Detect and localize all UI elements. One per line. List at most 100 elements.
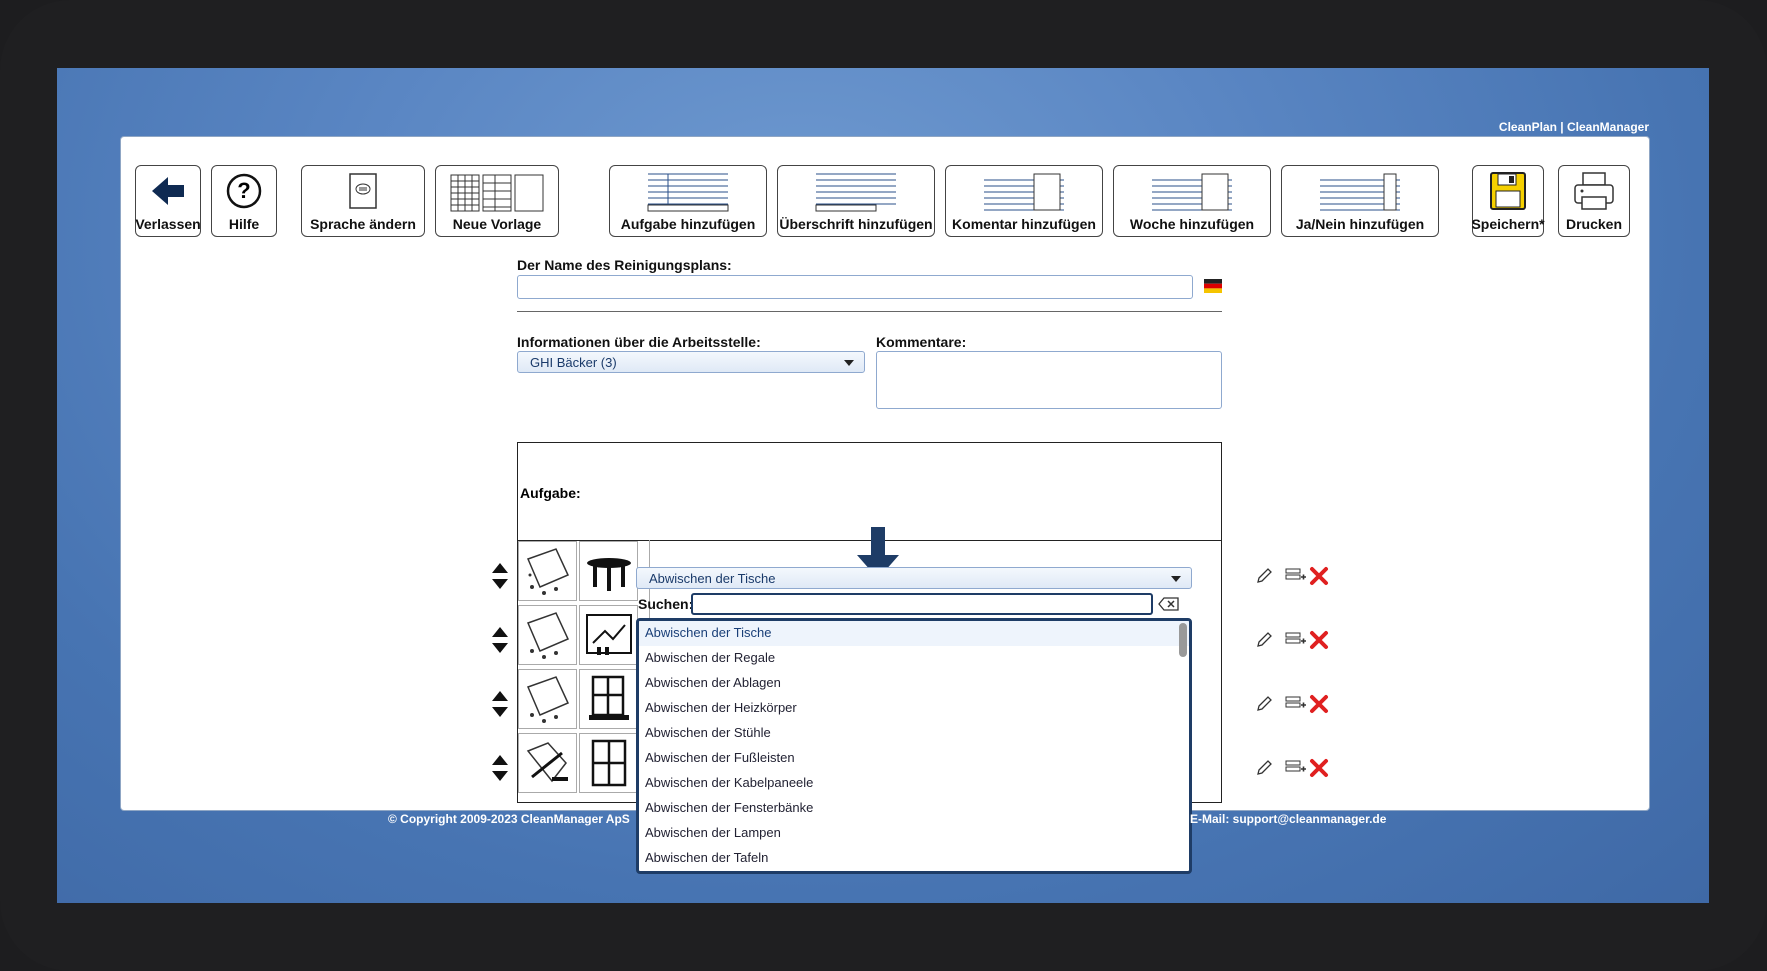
svg-text:?: ? [237, 178, 250, 203]
add-row-icon[interactable] [1285, 695, 1307, 713]
task-row-3-icons [518, 669, 638, 729]
row-2-actions [1255, 629, 1335, 653]
list-scrollbar[interactable] [1179, 623, 1187, 657]
edit-icon[interactable] [1255, 695, 1273, 713]
new-template-button[interactable]: Neue Vorlage [435, 165, 559, 237]
task-option[interactable]: Abwischen der Tafeln [639, 846, 1189, 871]
add-yes-no-button[interactable]: Ja/Nein hinzufügen [1281, 165, 1439, 237]
table-icon [579, 541, 638, 601]
workplace-select[interactable]: GHI Bäcker (3) [517, 351, 865, 373]
delete-icon[interactable] [1309, 758, 1329, 778]
new-template-label: Neue Vorlage [452, 216, 542, 232]
add-comment-button[interactable]: Komentar hinzufügen [945, 165, 1103, 237]
task-option[interactable]: Abwischen der Lampen [639, 821, 1189, 846]
add-row-icon[interactable] [1285, 567, 1307, 585]
task-header: Aufgabe: [520, 485, 581, 501]
arrow-left-icon [152, 177, 184, 205]
print-button[interactable]: Drucken [1558, 165, 1630, 237]
task-options-list: Abwischen der Tische Abwischen der Regal… [636, 618, 1192, 874]
device-frame: CleanPlan | CleanManager Verlassen ? Hil… [0, 0, 1767, 971]
add-week-button[interactable]: Woche hinzufügen [1113, 165, 1271, 237]
wipe-cloth-icon [518, 669, 577, 729]
delete-icon[interactable] [1309, 694, 1329, 714]
task-option[interactable]: Abwischen der Fußleisten [639, 746, 1189, 771]
row-3-actions [1255, 693, 1335, 717]
add-comment-label: Komentar hinzufügen [952, 216, 1096, 232]
add-row-icon[interactable] [1285, 631, 1307, 649]
task-option[interactable]: Abwischen der Regale [639, 646, 1189, 671]
window-sill-icon [579, 669, 638, 729]
german-flag-icon[interactable] [1204, 279, 1222, 293]
task-select-value: Abwischen der Tische [649, 571, 776, 586]
move-row-1-icon[interactable] [491, 562, 509, 590]
app-background: CleanPlan | CleanManager Verlassen ? Hil… [57, 68, 1709, 903]
help-button[interactable]: ? Hilfe [211, 165, 277, 237]
chevron-down-icon [844, 360, 854, 366]
wipe-cloth-icon [518, 605, 577, 665]
task-option[interactable]: Abwischen der Stühle [639, 721, 1189, 746]
footer-email[interactable]: E-Mail: support@cleanmanager.de [1190, 812, 1386, 826]
add-heading-button[interactable]: Überschrift hinzufügen [777, 165, 935, 237]
search-label: Suchen: [638, 596, 694, 612]
edit-icon[interactable] [1255, 759, 1273, 777]
clear-search-icon[interactable] [1158, 597, 1180, 611]
delete-icon[interactable] [1309, 630, 1329, 650]
add-heading-icon [815, 173, 896, 212]
plan-name-label: Der Name des Reinigungsplans: [517, 257, 732, 273]
add-comment-icon [984, 173, 1064, 211]
add-yes-no-label: Ja/Nein hinzufügen [1295, 216, 1425, 232]
comments-textarea[interactable] [876, 351, 1222, 409]
save-icon [1490, 172, 1526, 210]
workplace-value: GHI Bäcker (3) [530, 355, 617, 370]
footer-copyright: © Copyright 2009-2023 CleanManager ApS [388, 812, 630, 826]
move-row-3-icon[interactable] [491, 690, 509, 718]
plan-name-input[interactable] [517, 275, 1193, 299]
task-row-2-icons [518, 605, 638, 665]
save-label: Speichern* [1471, 216, 1545, 232]
exit-button[interactable]: Verlassen [135, 165, 201, 237]
add-task-label: Aufgabe hinzufügen [620, 216, 756, 232]
help-icon: ? [226, 173, 262, 209]
change-language-label: Sprache ändern [310, 216, 416, 232]
print-icon [1574, 172, 1614, 210]
move-row-4-icon[interactable] [491, 754, 509, 782]
divider [517, 311, 1222, 312]
task-row-1-icons [518, 541, 638, 601]
task-option[interactable]: Abwischen der Ablagen [639, 671, 1189, 696]
save-button[interactable]: Speichern* [1471, 165, 1545, 237]
whiteboard-icon [579, 605, 638, 665]
language-icon [349, 173, 377, 209]
delete-icon[interactable] [1309, 566, 1329, 586]
window-icon [579, 733, 638, 793]
new-template-icon [450, 174, 544, 212]
add-task-icon [647, 173, 729, 212]
wipe-cloth-icon [518, 541, 577, 601]
exit-button-label: Verlassen [135, 216, 201, 232]
squeegee-icon [518, 733, 577, 793]
task-row-4-icons [518, 733, 638, 793]
task-option[interactable]: Abwischen der Kabelpaneele [639, 771, 1189, 796]
move-row-2-icon[interactable] [491, 626, 509, 654]
row-4-actions [1255, 757, 1335, 781]
edit-icon[interactable] [1255, 567, 1273, 585]
row-1-actions [1255, 565, 1335, 589]
edit-icon[interactable] [1255, 631, 1273, 649]
add-yes-no-icon [1320, 173, 1400, 211]
brand-title: CleanPlan | CleanManager [1498, 120, 1649, 134]
task-option[interactable]: Abwischen der Tische [639, 621, 1189, 646]
chevron-down-icon [1171, 576, 1181, 582]
add-heading-label: Überschrift hinzufügen [779, 216, 933, 232]
workplace-label: Informationen über die Arbeitsstelle: [517, 334, 761, 350]
task-select[interactable]: Abwischen der Tische [636, 567, 1192, 589]
add-task-button[interactable]: Aufgabe hinzufügen [609, 165, 767, 237]
search-input[interactable] [691, 593, 1153, 615]
comments-label: Kommentare: [876, 334, 967, 350]
add-week-icon [1152, 173, 1232, 211]
change-language-button[interactable]: Sprache ändern [301, 165, 425, 237]
add-week-label: Woche hinzufügen [1129, 216, 1255, 232]
main-panel: Verlassen ? Hilfe Sprache ändern Neue Vo… [120, 136, 1650, 874]
add-row-icon[interactable] [1285, 759, 1307, 777]
task-option[interactable]: Abwischen der Fensterbänke [639, 796, 1189, 821]
help-button-label: Hilfe [228, 216, 260, 232]
task-option[interactable]: Abwischen der Heizkörper [639, 696, 1189, 721]
